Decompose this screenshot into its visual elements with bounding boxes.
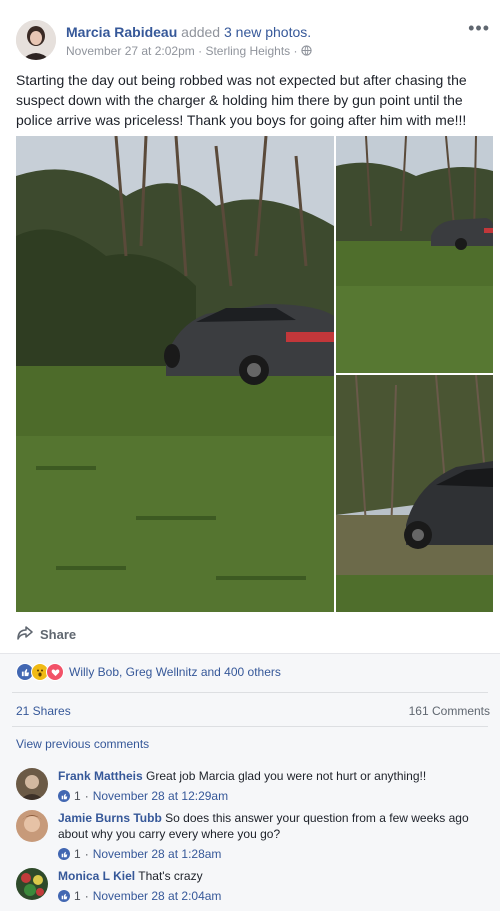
comment-body: Jamie Burns Tubb So does this answer you… <box>58 810 484 862</box>
reactions-summary[interactable]: Willy Bob, Greg Wellnitz and 400 others <box>16 662 281 682</box>
author-avatar[interactable] <box>16 20 56 60</box>
commenter-name[interactable]: Jamie Burns Tubb <box>58 811 162 825</box>
share-button[interactable]: Share <box>16 624 76 644</box>
more-horizontal-icon[interactable]: ••• <box>468 18 490 39</box>
like-icon <box>58 790 70 802</box>
post-meta: November 27 at 2:02pm · Sterling Heights… <box>66 44 312 58</box>
photo-top-right[interactable] <box>336 136 493 373</box>
comment-meta: 1 · November 28 at 1:28am <box>58 846 484 862</box>
comment-text: Great job Marcia glad you were not hurt … <box>146 769 427 783</box>
comment-like-count[interactable]: 1 <box>74 788 81 804</box>
meta-separator: · <box>198 44 203 58</box>
comment-text: That's crazy <box>138 869 203 883</box>
reactions-text[interactable]: Willy Bob, Greg Wellnitz and 400 others <box>69 665 281 679</box>
divider <box>12 726 488 727</box>
post-timestamp[interactable]: November 27 at 2:02pm <box>66 44 195 58</box>
meta-separator: · <box>84 889 89 903</box>
commenter-avatar[interactable] <box>16 868 48 900</box>
comment-timestamp[interactable]: November 28 at 1:28am <box>93 846 222 862</box>
comment-meta: 1 · November 28 at 12:29am <box>58 788 484 804</box>
comment-like-count[interactable]: 1 <box>74 846 81 862</box>
share-label: Share <box>40 626 77 642</box>
like-icon <box>58 890 70 902</box>
like-icon <box>58 848 70 860</box>
engagement-counts: 21 Shares 161 Comments <box>16 704 490 718</box>
photo-bottom-right[interactable] <box>336 375 493 612</box>
meta-separator: · <box>84 789 89 803</box>
photo-grid <box>16 136 493 612</box>
commenter-avatar[interactable] <box>16 810 48 842</box>
post-text: Starting the day out being robbed was no… <box>16 72 467 128</box>
shares-count[interactable]: 21 Shares <box>16 704 71 718</box>
comment-body: Frank Mattheis Great job Marcia glad you… <box>58 768 484 804</box>
author-name[interactable]: Marcia Rabideau <box>66 24 177 40</box>
action-text: added <box>181 24 221 40</box>
globe-icon <box>301 44 312 58</box>
comment-body: Monica L Kiel That's crazy 1 · November … <box>58 868 484 904</box>
meta-separator: · <box>84 847 89 861</box>
post-location[interactable]: Sterling Heights <box>205 44 290 58</box>
divider <box>12 692 488 693</box>
view-previous-comments-link[interactable]: View previous comments <box>16 737 149 751</box>
photo-main[interactable] <box>16 136 334 612</box>
commenter-avatar[interactable] <box>16 768 48 800</box>
love-reaction-icon <box>46 663 64 681</box>
commenter-name[interactable]: Frank Mattheis <box>58 769 143 783</box>
comment-timestamp[interactable]: November 28 at 2:04am <box>93 888 222 904</box>
meta-separator: · <box>293 44 298 58</box>
photo-count-link[interactable]: 3 new photos. <box>224 24 311 40</box>
share-icon <box>16 625 34 644</box>
feedback-area: Willy Bob, Greg Wellnitz and 400 others … <box>0 653 500 911</box>
comment-like-count[interactable]: 1 <box>74 888 81 904</box>
post-card: Marcia Rabideau added 3 new photos. Nove… <box>0 0 500 911</box>
commenter-name[interactable]: Monica L Kiel <box>58 869 135 883</box>
comment-meta: 1 · November 28 at 2:04am <box>58 888 484 904</box>
comments-count[interactable]: 161 Comments <box>409 704 490 718</box>
comment-timestamp[interactable]: November 28 at 12:29am <box>93 788 228 804</box>
post-title-line: Marcia Rabideau added 3 new photos. <box>66 24 311 40</box>
post-header: Marcia Rabideau added 3 new photos. Nove… <box>16 18 489 64</box>
